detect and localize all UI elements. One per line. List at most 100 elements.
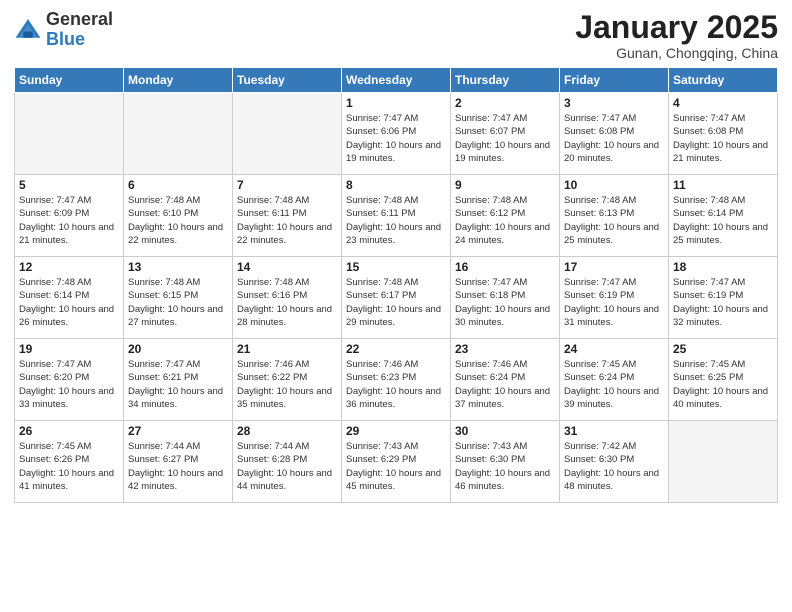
- day-cell: 22 Sunrise: 7:46 AM Sunset: 6:23 PM Dayli…: [342, 339, 451, 421]
- day-info: Sunrise: 7:45 AM Sunset: 6:26 PM Dayligh…: [19, 440, 119, 493]
- day-number: 18: [673, 260, 773, 274]
- day-number: 19: [19, 342, 119, 356]
- header-friday: Friday: [560, 68, 669, 93]
- day-cell: 1Sunrise: 7:47 AM Sunset: 6:06 PM Daylig…: [342, 93, 451, 175]
- day-cell: [15, 93, 124, 175]
- day-cell: 10 Sunrise: 7:48 AM Sunset: 6:13 PM Dayli…: [560, 175, 669, 257]
- day-cell: [669, 421, 778, 503]
- day-number: 16: [455, 260, 555, 274]
- day-number: 15: [346, 260, 446, 274]
- day-cell: 2Sunrise: 7:47 AM Sunset: 6:07 PM Daylig…: [451, 93, 560, 175]
- day-info: Sunrise: 7:47 AM Sunset: 6:18 PM Dayligh…: [455, 276, 555, 329]
- day-number: 8: [346, 178, 446, 192]
- day-info: Sunrise: 7:47 AM Sunset: 6:08 PM Dayligh…: [673, 112, 773, 165]
- day-info: Sunrise: 7:44 AM Sunset: 6:28 PM Dayligh…: [237, 440, 337, 493]
- day-number: 27: [128, 424, 228, 438]
- day-number: 20: [128, 342, 228, 356]
- day-info: Sunrise: 7:48 AM Sunset: 6:10 PM Dayligh…: [128, 194, 228, 247]
- day-info: Sunrise: 7:47 AM Sunset: 6:08 PM Dayligh…: [564, 112, 664, 165]
- day-number: 14: [237, 260, 337, 274]
- day-number: 11: [673, 178, 773, 192]
- subtitle: Gunan, Chongqing, China: [575, 45, 778, 61]
- day-cell: 15 Sunrise: 7:48 AM Sunset: 6:17 PM Dayli…: [342, 257, 451, 339]
- logo-blue-text: Blue: [46, 29, 85, 49]
- day-number: 28: [237, 424, 337, 438]
- day-cell: 7 Sunrise: 7:48 AM Sunset: 6:11 PM Daylig…: [233, 175, 342, 257]
- day-number: 3: [564, 96, 664, 110]
- day-number: 25: [673, 342, 773, 356]
- day-cell: 9 Sunrise: 7:48 AM Sunset: 6:12 PM Daylig…: [451, 175, 560, 257]
- day-cell: 30 Sunrise: 7:43 AM Sunset: 6:30 PM Dayli…: [451, 421, 560, 503]
- logo-icon: [14, 16, 42, 44]
- day-info: Sunrise: 7:48 AM Sunset: 6:11 PM Dayligh…: [346, 194, 446, 247]
- day-number: 24: [564, 342, 664, 356]
- day-cell: 21 Sunrise: 7:46 AM Sunset: 6:22 PM Dayli…: [233, 339, 342, 421]
- day-info: Sunrise: 7:43 AM Sunset: 6:30 PM Dayligh…: [455, 440, 555, 493]
- header-sunday: Sunday: [15, 68, 124, 93]
- day-cell: 12 Sunrise: 7:48 AM Sunset: 6:14 PM Dayli…: [15, 257, 124, 339]
- day-number: 7: [237, 178, 337, 192]
- day-number: 12: [19, 260, 119, 274]
- day-info: Sunrise: 7:47 AM Sunset: 6:20 PM Dayligh…: [19, 358, 119, 411]
- day-info: Sunrise: 7:46 AM Sunset: 6:23 PM Dayligh…: [346, 358, 446, 411]
- day-number: 22: [346, 342, 446, 356]
- day-cell: 4Sunrise: 7:47 AM Sunset: 6:08 PM Daylig…: [669, 93, 778, 175]
- page: General Blue January 2025 Gunan, Chongqi…: [0, 0, 792, 612]
- day-info: Sunrise: 7:48 AM Sunset: 6:11 PM Dayligh…: [237, 194, 337, 247]
- day-number: 29: [346, 424, 446, 438]
- week-row-4: 19 Sunrise: 7:47 AM Sunset: 6:20 PM Dayli…: [15, 339, 778, 421]
- day-cell: [233, 93, 342, 175]
- day-info: Sunrise: 7:47 AM Sunset: 6:21 PM Dayligh…: [128, 358, 228, 411]
- day-info: Sunrise: 7:44 AM Sunset: 6:27 PM Dayligh…: [128, 440, 228, 493]
- day-info: Sunrise: 7:48 AM Sunset: 6:12 PM Dayligh…: [455, 194, 555, 247]
- week-row-5: 26 Sunrise: 7:45 AM Sunset: 6:26 PM Dayli…: [15, 421, 778, 503]
- header-wednesday: Wednesday: [342, 68, 451, 93]
- day-info: Sunrise: 7:48 AM Sunset: 6:13 PM Dayligh…: [564, 194, 664, 247]
- header: General Blue January 2025 Gunan, Chongqi…: [14, 10, 778, 61]
- day-cell: 25 Sunrise: 7:45 AM Sunset: 6:25 PM Dayli…: [669, 339, 778, 421]
- day-number: 10: [564, 178, 664, 192]
- day-info: Sunrise: 7:45 AM Sunset: 6:24 PM Dayligh…: [564, 358, 664, 411]
- day-number: 5: [19, 178, 119, 192]
- day-cell: 28 Sunrise: 7:44 AM Sunset: 6:28 PM Dayli…: [233, 421, 342, 503]
- day-number: 6: [128, 178, 228, 192]
- day-cell: 5 Sunrise: 7:47 AM Sunset: 6:09 PM Daylig…: [15, 175, 124, 257]
- header-saturday: Saturday: [669, 68, 778, 93]
- day-info: Sunrise: 7:48 AM Sunset: 6:14 PM Dayligh…: [673, 194, 773, 247]
- day-info: Sunrise: 7:45 AM Sunset: 6:25 PM Dayligh…: [673, 358, 773, 411]
- day-cell: 26 Sunrise: 7:45 AM Sunset: 6:26 PM Dayli…: [15, 421, 124, 503]
- day-cell: 20 Sunrise: 7:47 AM Sunset: 6:21 PM Dayli…: [124, 339, 233, 421]
- day-number: 26: [19, 424, 119, 438]
- day-cell: 23 Sunrise: 7:46 AM Sunset: 6:24 PM Dayli…: [451, 339, 560, 421]
- day-number: 30: [455, 424, 555, 438]
- day-cell: 3 Sunrise: 7:47 AM Sunset: 6:08 PM Daylig…: [560, 93, 669, 175]
- day-number: 17: [564, 260, 664, 274]
- day-info: Sunrise: 7:48 AM Sunset: 6:16 PM Dayligh…: [237, 276, 337, 329]
- day-info: Sunrise: 7:47 AM Sunset: 6:09 PM Dayligh…: [19, 194, 119, 247]
- day-cell: 18Sunrise: 7:47 AM Sunset: 6:19 PM Dayli…: [669, 257, 778, 339]
- day-cell: 24 Sunrise: 7:45 AM Sunset: 6:24 PM Dayli…: [560, 339, 669, 421]
- day-info: Sunrise: 7:46 AM Sunset: 6:22 PM Dayligh…: [237, 358, 337, 411]
- day-info: Sunrise: 7:48 AM Sunset: 6:17 PM Dayligh…: [346, 276, 446, 329]
- week-row-2: 5 Sunrise: 7:47 AM Sunset: 6:09 PM Daylig…: [15, 175, 778, 257]
- day-cell: 8 Sunrise: 7:48 AM Sunset: 6:11 PM Daylig…: [342, 175, 451, 257]
- day-info: Sunrise: 7:47 AM Sunset: 6:19 PM Dayligh…: [564, 276, 664, 329]
- day-number: 23: [455, 342, 555, 356]
- day-cell: [124, 93, 233, 175]
- header-monday: Monday: [124, 68, 233, 93]
- day-number: 21: [237, 342, 337, 356]
- week-row-1: 1Sunrise: 7:47 AM Sunset: 6:06 PM Daylig…: [15, 93, 778, 175]
- day-info: Sunrise: 7:46 AM Sunset: 6:24 PM Dayligh…: [455, 358, 555, 411]
- header-tuesday: Tuesday: [233, 68, 342, 93]
- day-number: 9: [455, 178, 555, 192]
- day-info: Sunrise: 7:42 AM Sunset: 6:30 PM Dayligh…: [564, 440, 664, 493]
- day-number: 31: [564, 424, 664, 438]
- logo: General Blue: [14, 10, 113, 50]
- day-info: Sunrise: 7:47 AM Sunset: 6:06 PM Dayligh…: [346, 112, 446, 165]
- day-info: Sunrise: 7:48 AM Sunset: 6:15 PM Dayligh…: [128, 276, 228, 329]
- header-thursday: Thursday: [451, 68, 560, 93]
- day-cell: 17 Sunrise: 7:47 AM Sunset: 6:19 PM Dayli…: [560, 257, 669, 339]
- calendar: Sunday Monday Tuesday Wednesday Thursday…: [14, 67, 778, 503]
- day-cell: 16 Sunrise: 7:47 AM Sunset: 6:18 PM Dayli…: [451, 257, 560, 339]
- day-info: Sunrise: 7:48 AM Sunset: 6:14 PM Dayligh…: [19, 276, 119, 329]
